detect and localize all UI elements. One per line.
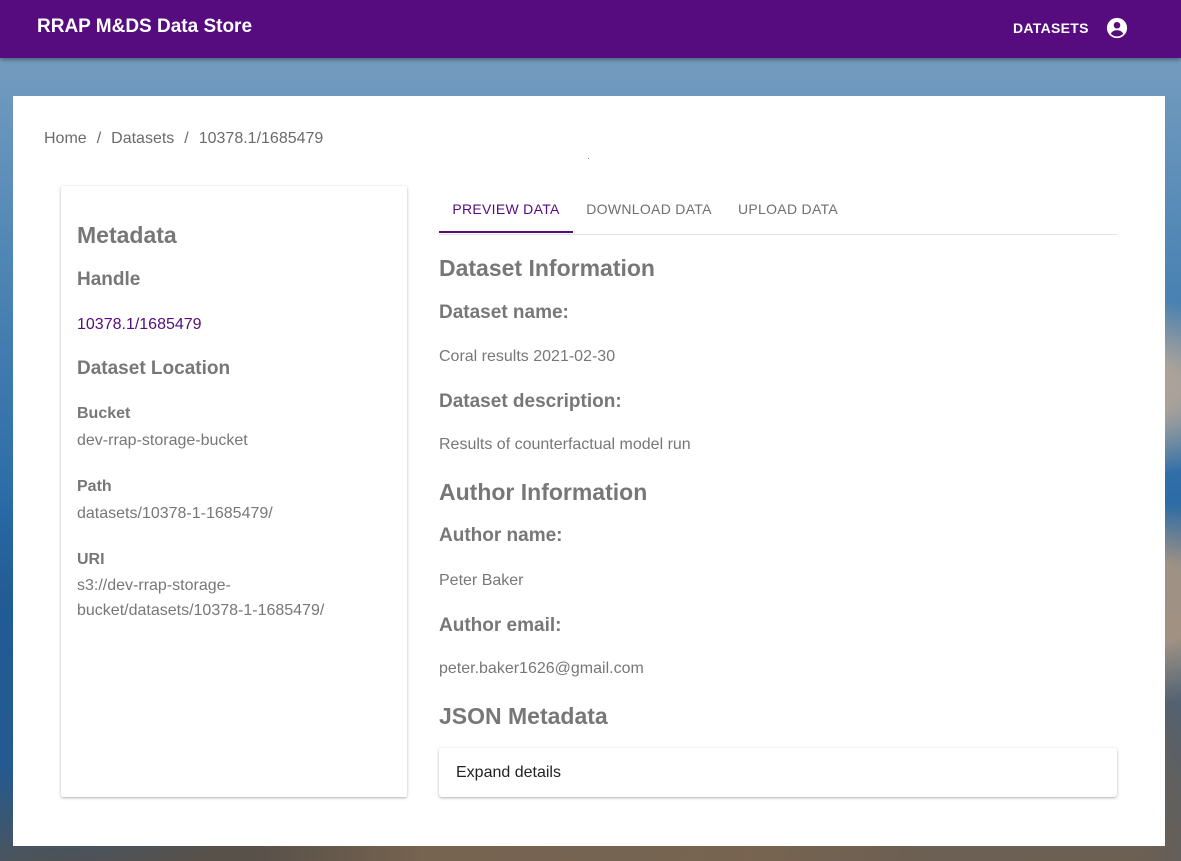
- json-metadata-heading: JSON Metadata: [439, 703, 608, 729]
- uri-value: s3://dev-rrap-storage-bucket/datasets/10…: [77, 577, 325, 619]
- tab-upload-data[interactable]: UPLOAD DATA: [729, 196, 847, 233]
- author-email-label: Author email:: [439, 615, 562, 636]
- divider-dot: [588, 158, 589, 159]
- breadcrumb-separator: /: [96, 130, 102, 147]
- dataset-description-label: Dataset description:: [439, 391, 622, 412]
- handle-heading: Handle: [77, 269, 141, 290]
- tab-preview-data[interactable]: PREVIEW DATA: [439, 196, 573, 233]
- expand-details-label: Expand details: [456, 764, 561, 781]
- expand-details-accordion[interactable]: Expand details: [439, 748, 1117, 797]
- app-bar: RRAP M&DS Data Store DATASETS: [0, 0, 1181, 58]
- handle-link[interactable]: 10378.1/1685479: [77, 316, 202, 334]
- dataset-description-value: Results of counterfactual model run: [439, 436, 691, 453]
- uri-label: URI: [77, 551, 105, 568]
- breadcrumb-current: 10378.1/1685479: [198, 130, 324, 147]
- dataset-information-heading: Dataset Information: [439, 255, 655, 281]
- tab-download-data[interactable]: DOWNLOAD DATA: [579, 196, 719, 233]
- author-email-value: peter.baker1626@gmail.com: [439, 660, 644, 677]
- bucket-label: Bucket: [77, 405, 131, 422]
- bucket-value: dev-rrap-storage-bucket: [77, 432, 248, 449]
- breadcrumb: Home / Datasets / 10378.1/1685479: [44, 130, 323, 148]
- dataset-location-heading: Dataset Location: [77, 358, 231, 379]
- breadcrumb-home[interactable]: Home: [44, 130, 87, 148]
- path-value: datasets/10378-1-1685479/: [77, 505, 273, 522]
- nav-datasets-link[interactable]: DATASETS: [1013, 20, 1089, 36]
- metadata-heading: Metadata: [77, 222, 177, 248]
- dataset-name-label: Dataset name:: [439, 302, 569, 323]
- dataset-name-value: Coral results 2021-02-30: [439, 348, 616, 365]
- metadata-panel: Metadata Handle 10378.1/1685479 Dataset …: [61, 186, 407, 797]
- author-information-heading: Author Information: [439, 479, 648, 505]
- main-card: Home / Datasets / 10378.1/1685479 Metada…: [13, 96, 1165, 846]
- app-title[interactable]: RRAP M&DS Data Store: [37, 16, 252, 38]
- author-name-value: Peter Baker: [439, 572, 524, 589]
- account-circle-icon[interactable]: [1106, 17, 1128, 39]
- breadcrumb-separator: /: [184, 130, 189, 147]
- breadcrumb-datasets[interactable]: Datasets: [111, 130, 174, 148]
- author-name-label: Author name:: [439, 525, 563, 546]
- path-label: Path: [77, 478, 112, 495]
- dataset-tabs: PREVIEW DATA DOWNLOAD DATA UPLOAD DATA: [439, 196, 1117, 235]
